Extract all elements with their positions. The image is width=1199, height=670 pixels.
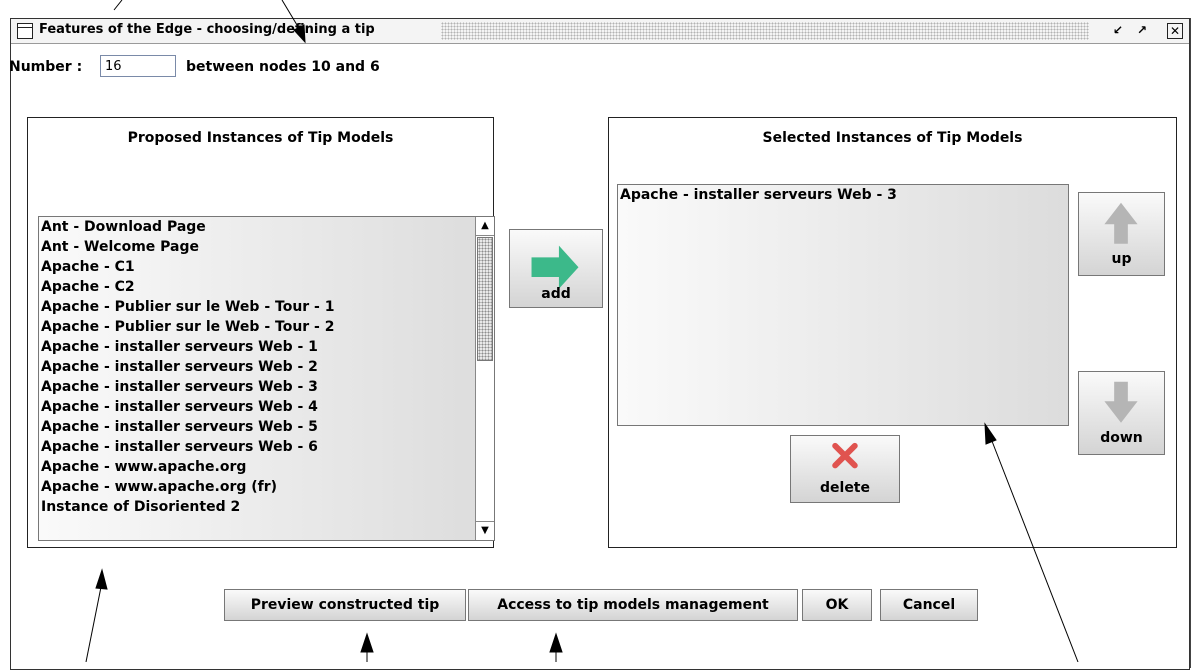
- number-label: Number :: [9, 59, 83, 75]
- selected-list[interactable]: Apache - installer serveurs Web - 3: [617, 184, 1069, 426]
- access-management-button[interactable]: Access to tip models management: [468, 589, 798, 621]
- number-input[interactable]: [100, 55, 176, 77]
- proposed-panel: Proposed Instances of Tip Models Ant - D…: [27, 117, 495, 548]
- list-item[interactable]: Instance of Disoriented 2: [39, 497, 494, 517]
- add-button[interactable]: add: [509, 229, 603, 308]
- up-button[interactable]: up: [1078, 192, 1165, 276]
- scroll-up-icon[interactable]: ▲: [476, 217, 494, 236]
- list-item[interactable]: Apache - www.apache.org (fr): [39, 477, 494, 497]
- proposed-items: Ant - Download Page Ant - Welcome Page Apa…: [39, 217, 494, 517]
- ok-button[interactable]: OK: [802, 589, 872, 621]
- title-bar: Features of the Edge - choosing/defining…: [11, 19, 1189, 44]
- list-item[interactable]: Apache - installer serveurs Web - 2: [39, 357, 494, 377]
- list-item[interactable]: Apache - installer serveurs Web - 1: [39, 337, 494, 357]
- list-item[interactable]: Apache - installer serveurs Web - 3: [618, 185, 1068, 205]
- tip-dialog: Features of the Edge - choosing/defining…: [9, 18, 1190, 670]
- proposed-scrollbar[interactable]: ▲ ▼: [475, 217, 494, 540]
- scroll-thumb[interactable]: [477, 237, 493, 361]
- list-item[interactable]: Apache - www.apache.org: [39, 457, 494, 477]
- list-item[interactable]: Apache - Publier sur le Web - Tour - 2: [39, 317, 494, 337]
- title-bar-texture: [441, 22, 1089, 40]
- list-item[interactable]: Apache - C2: [39, 277, 494, 297]
- list-item[interactable]: Apache - installer serveurs Web - 3: [39, 377, 494, 397]
- list-item[interactable]: Apache - installer serveurs Web - 5: [39, 417, 494, 437]
- up-label: up: [1111, 251, 1132, 267]
- list-item[interactable]: Ant - Welcome Page: [39, 237, 494, 257]
- list-item[interactable]: Apache - installer serveurs Web - 4: [39, 397, 494, 417]
- list-item[interactable]: Apache - installer serveurs Web - 6: [39, 437, 494, 457]
- list-item[interactable]: Ant - Download Page: [39, 217, 494, 237]
- minimize-icon[interactable]: ↙: [1111, 23, 1125, 37]
- proposed-list[interactable]: Ant - Download Page Ant - Welcome Page Apa…: [38, 216, 495, 541]
- add-label: add: [541, 286, 571, 302]
- window-title: Features of the Edge - choosing/defining…: [39, 22, 379, 37]
- between-nodes-text: between nodes 10 and 6: [186, 59, 380, 75]
- delete-label: delete: [820, 480, 870, 496]
- down-button[interactable]: down: [1078, 371, 1165, 455]
- close-icon[interactable]: ✕: [1167, 23, 1183, 39]
- background-edge: [1190, 18, 1199, 668]
- list-item[interactable]: Apache - C1: [39, 257, 494, 277]
- list-item[interactable]: Apache - Publier sur le Web - Tour - 1: [39, 297, 494, 317]
- selected-panel: Selected Instances of Tip Models Apache …: [608, 117, 1177, 548]
- window-icon: [17, 23, 33, 39]
- proposed-title: Proposed Instances of Tip Models: [127, 130, 394, 146]
- selected-items: Apache - installer serveurs Web - 3: [618, 185, 1068, 205]
- delete-button[interactable]: delete: [790, 435, 900, 503]
- cancel-button[interactable]: Cancel: [880, 589, 978, 621]
- down-label: down: [1100, 430, 1143, 446]
- scroll-down-icon[interactable]: ▼: [476, 521, 494, 540]
- selected-title: Selected Instances of Tip Models: [762, 130, 1023, 146]
- maximize-icon[interactable]: ↗: [1135, 23, 1149, 37]
- preview-button[interactable]: Preview constructed tip: [224, 589, 466, 621]
